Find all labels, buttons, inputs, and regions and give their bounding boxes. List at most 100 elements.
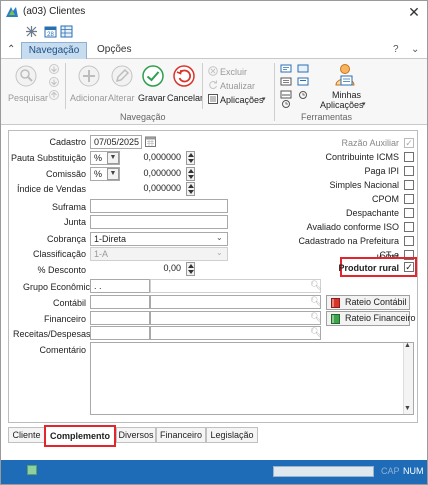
- scroll-down-icon[interactable]: ▼: [404, 405, 411, 412]
- refresh-icon: [209, 80, 217, 90]
- cpom-checkbox[interactable]: [404, 194, 414, 204]
- financeiro-code-input[interactable]: [90, 311, 150, 325]
- classificacao-select: 1-A: [90, 247, 228, 261]
- minhas-aplicacoes-button[interactable]: Minhas: [332, 90, 361, 100]
- tab-opcoes[interactable]: Opções: [97, 44, 131, 55]
- pesquisar-button[interactable]: Pesquisar: [8, 93, 48, 103]
- user-apps-icon: [335, 64, 355, 86]
- suframa-input[interactable]: [90, 199, 228, 213]
- comissao-spinner[interactable]: [186, 167, 195, 181]
- check-circle-icon: [142, 65, 164, 87]
- record-nav-arrows-icon[interactable]: [48, 64, 60, 102]
- adicionar-button[interactable]: Adicionar: [70, 93, 108, 103]
- comissao-unit-dropdown-icon[interactable]: ▼: [107, 168, 119, 180]
- grupo-economico-search-icon[interactable]: 🔍︎: [310, 280, 321, 291]
- book-red-icon: [331, 298, 340, 308]
- undo-circle-icon: [173, 65, 195, 87]
- excluir-button[interactable]: Excluir: [220, 67, 247, 77]
- tools-icons-2[interactable]: [297, 64, 309, 108]
- close-button[interactable]: ✕: [405, 3, 423, 21]
- cadastrado-prefeitura-checkbox[interactable]: [404, 236, 414, 246]
- indice-vendas-input[interactable]: 0,000000: [122, 182, 184, 196]
- tools-icons[interactable]: [280, 64, 292, 108]
- status-progress-field: [273, 466, 374, 477]
- caps-lock-indicator: CAP: [381, 466, 400, 476]
- tab-financeiro[interactable]: Financeiro: [156, 427, 206, 443]
- minhas-aplicacoes-button-line2[interactable]: Aplicações: [320, 100, 364, 110]
- avaliado-iso-checkbox[interactable]: [404, 222, 414, 232]
- desconto-label: % Desconto: [37, 265, 86, 275]
- suframa-label: Suframa: [51, 202, 86, 212]
- tab-complemento[interactable]: Complemento: [44, 425, 116, 447]
- rateio-financeiro-button[interactable]: Rateio Financeiro: [326, 311, 416, 326]
- financeiro-search-icon[interactable]: 🔍︎: [310, 312, 321, 323]
- produtor-rural-checkbox[interactable]: ✓: [404, 262, 414, 272]
- calendar-picker-icon[interactable]: [145, 136, 156, 147]
- gravar-button[interactable]: Gravar: [138, 93, 166, 103]
- cpom-label: CPOM: [372, 194, 399, 204]
- settings-icon[interactable]: [25, 25, 38, 38]
- junta-label: Junta: [63, 217, 86, 227]
- calendar-icon[interactable]: 28: [44, 25, 57, 38]
- rateio-contabil-button[interactable]: Rateio Contábil: [326, 295, 410, 310]
- tab-diversos[interactable]: Diversos: [116, 427, 156, 443]
- tab-cliente[interactable]: Cliente: [8, 427, 45, 443]
- aplicacoes-dropdown[interactable]: Aplicações: [220, 95, 264, 105]
- scroll-up-icon[interactable]: ▲: [404, 342, 411, 349]
- ribbon-collapse-icon[interactable]: ⌃: [7, 44, 15, 55]
- navegacao-group-label: Navegação: [120, 112, 166, 122]
- contribuinte-icms-checkbox[interactable]: [404, 152, 414, 162]
- cobranca-label: Cobrança: [46, 234, 86, 244]
- desconto-spinner[interactable]: [186, 262, 195, 276]
- atualizar-button[interactable]: Atualizar: [220, 81, 255, 91]
- produtor-rural-label: Produtor rural: [338, 263, 399, 273]
- cadastrado-prefeitura-label: Cadastrado na Prefeitura: [298, 236, 399, 246]
- ribbon-separator: [274, 63, 275, 121]
- indice-vendas-spinner[interactable]: [186, 182, 195, 196]
- receitas-despesas-search-icon[interactable]: 🔍︎: [310, 327, 321, 338]
- pauta-unit-dropdown-icon[interactable]: ▼: [107, 152, 119, 164]
- cadastro-label: Cadastro: [49, 137, 86, 147]
- comentario-textarea[interactable]: [90, 342, 414, 415]
- svg-text:28: 28: [47, 32, 54, 38]
- grid-icon[interactable]: [60, 25, 73, 38]
- status-indicator-icon: [27, 465, 37, 475]
- book-green-icon: [331, 314, 340, 324]
- tab-legislacao[interactable]: Legislação: [206, 427, 258, 443]
- contabil-code-input[interactable]: [90, 295, 150, 309]
- cancelar-button[interactable]: Cancelar: [167, 93, 203, 103]
- comentario-scrollbar[interactable]: [403, 343, 413, 414]
- classificacao-label: Classificação: [32, 249, 86, 259]
- ribbon-options-chevron-icon[interactable]: ⌄: [411, 44, 419, 55]
- cadastro-date-input[interactable]: 07/05/2025: [90, 135, 142, 149]
- razao-auxiliar-checkbox: ✓: [404, 138, 414, 148]
- rateio-financeiro-label: Rateio Financeiro: [345, 313, 416, 323]
- receitas-despesas-label: Receitas/Despesas II: [13, 329, 99, 339]
- pauta-spinner[interactable]: [186, 151, 195, 165]
- alterar-button[interactable]: Alterar: [108, 93, 135, 103]
- tab-navegacao[interactable]: Navegação: [21, 42, 87, 60]
- comissao-value-input[interactable]: 0,000000: [122, 167, 184, 181]
- contabil-search-icon[interactable]: 🔍︎: [310, 296, 321, 307]
- rateio-contabil-label: Rateio Contábil: [345, 297, 407, 307]
- receitas-despesas-code-input[interactable]: [90, 326, 150, 340]
- desconto-input[interactable]: 0,00: [122, 262, 184, 276]
- pauta-value-input[interactable]: 0,000000: [122, 151, 184, 165]
- apps-icon: [208, 94, 218, 104]
- pauta-substituicao-label: Pauta Substituição: [10, 153, 86, 163]
- grupo-economico-code-input[interactable]: . .: [90, 279, 150, 293]
- junta-input[interactable]: [90, 215, 228, 229]
- contabil-label: Contábil: [52, 298, 86, 308]
- despachante-checkbox[interactable]: [404, 208, 414, 218]
- cobranca-chevron-icon[interactable]: ⌄: [216, 233, 223, 242]
- financeiro-desc-input: [150, 311, 321, 325]
- help-icon[interactable]: ?: [393, 44, 399, 55]
- simples-nacional-checkbox[interactable]: [404, 180, 414, 190]
- cobranca-select[interactable]: 1-Direta: [90, 232, 228, 246]
- num-lock-indicator: NUM: [403, 466, 424, 476]
- aplicacoes-chevron-icon: ▾: [262, 96, 266, 103]
- magnifier-icon: [15, 65, 37, 87]
- app-icon: [5, 5, 19, 19]
- paga-ipi-checkbox[interactable]: [404, 166, 414, 176]
- clientes-window: (a03) Clientes ✕ 28 ⌃ Navegação Opções ?…: [0, 0, 428, 485]
